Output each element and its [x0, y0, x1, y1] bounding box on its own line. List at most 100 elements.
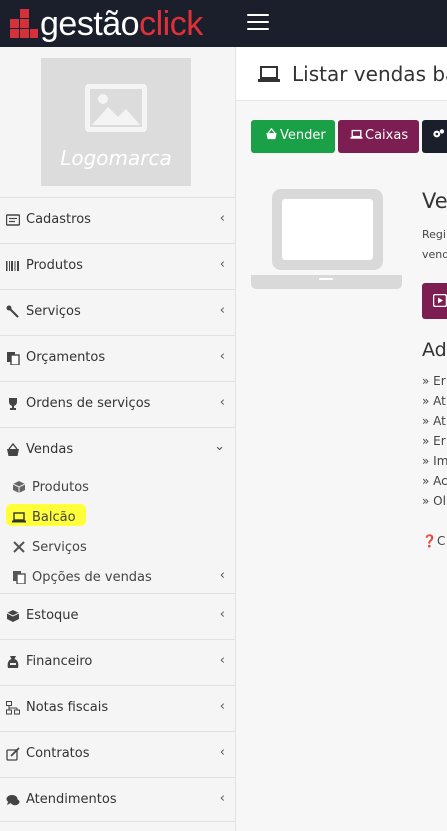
- sidebar-item-atendimentos[interactable]: Atendimentos ‹: [0, 777, 235, 822]
- feature-bullet: » Ol: [422, 494, 446, 508]
- basket-icon: [7, 443, 19, 456]
- barcode-icon: [6, 261, 19, 271]
- sidebar-subitem-balcao[interactable]: Balcão: [0, 502, 235, 532]
- cube-icon: [6, 610, 20, 622]
- sidebar-subitem-servicos[interactable]: Serviços: [0, 532, 235, 562]
- sidebar-item-label: Produtos: [26, 258, 83, 273]
- additional-title: Adi: [422, 339, 447, 361]
- info-text-line: vend: [422, 248, 447, 261]
- double-chevron-icon: »: [422, 374, 434, 388]
- copy-icon: [7, 352, 20, 365]
- double-chevron-icon: »: [422, 494, 434, 508]
- video-play-icon: [433, 294, 447, 307]
- sidebar-item-label: Financeiro: [26, 654, 93, 669]
- sitemap-icon: [6, 701, 20, 715]
- chevron-left-icon: ‹: [219, 568, 225, 583]
- brand-mark-icon: [10, 9, 38, 39]
- sidebar-item-label: Orçamentos: [26, 350, 106, 365]
- id-card-icon: [6, 214, 20, 226]
- double-chevron-icon: »: [422, 474, 434, 488]
- trophy-icon: [9, 398, 17, 410]
- laptop-illustration-icon: [251, 189, 402, 289]
- chevron-left-icon: ‹: [219, 395, 225, 410]
- chevron-left-icon: ‹: [219, 303, 225, 318]
- caixas-button[interactable]: Caixas: [338, 120, 419, 153]
- sidebar-item-cadastros[interactable]: Cadastros ‹: [0, 197, 235, 242]
- question-circle-icon: ❓: [422, 534, 437, 548]
- sidebar-item-orcamentos[interactable]: Orçamentos ‹: [0, 335, 235, 380]
- brand-name: gestãoclick: [40, 5, 203, 43]
- wrench-icon: [6, 305, 19, 318]
- sidebar-item-label: Ordens de serviços: [26, 396, 151, 411]
- sidebar-item-label: Atendimentos: [26, 792, 117, 807]
- chevron-left-icon: ‹: [219, 349, 225, 364]
- info-text-line: Regi: [422, 228, 446, 241]
- laptop-icon: [12, 512, 26, 523]
- company-logo-placeholder: Logomarca: [41, 58, 191, 186]
- image-placeholder-icon: [85, 84, 147, 132]
- sidebar: Logomarca Cadastros ‹ Produtos ‹ Serviço…: [0, 47, 236, 831]
- sidebar-item-produtos[interactable]: Produtos ‹: [0, 243, 235, 288]
- chevron-down-icon: ⌄: [214, 439, 225, 454]
- sidebar-subitem-label: Produtos: [32, 480, 89, 495]
- double-chevron-icon: »: [422, 414, 434, 428]
- company-logo-label: Logomarca: [60, 146, 172, 170]
- tools-icon: [13, 541, 25, 553]
- sidebar-item-contratos[interactable]: Contratos ‹: [0, 731, 235, 776]
- comments-icon: [6, 795, 20, 806]
- sidebar-subitem-opcoes-de-vendas[interactable]: Opções de vendas ‹: [0, 562, 235, 592]
- feature-bullet: » Ac: [422, 474, 447, 488]
- sidebar-item-estoque[interactable]: Estoque ‹: [0, 593, 235, 638]
- video-button[interactable]: [422, 283, 447, 319]
- chevron-left-icon: ‹: [219, 745, 225, 760]
- sidebar-subitem-label: Serviços: [32, 540, 87, 555]
- caixas-button-label: Caixas: [365, 128, 409, 143]
- edit-icon: [6, 747, 20, 761]
- sidebar-item-vendas[interactable]: Vendas ⌄: [0, 427, 235, 472]
- sidebar-subitem-produtos[interactable]: Produtos: [0, 472, 235, 502]
- cube-icon: [12, 481, 26, 493]
- feature-bullet: » At: [422, 414, 446, 428]
- chevron-left-icon: ‹: [219, 653, 225, 668]
- sidebar-item-label: Notas fiscais: [26, 700, 109, 715]
- feature-bullet: » Im: [422, 454, 447, 468]
- sidebar-item-label: Vendas: [26, 442, 74, 457]
- vender-button-label: Vender: [280, 128, 326, 143]
- copy-icon: [13, 571, 26, 584]
- chevron-left-icon: ‹: [219, 607, 225, 622]
- vender-button[interactable]: Vender: [251, 120, 335, 153]
- chevron-left-icon: ‹: [219, 211, 225, 226]
- chevron-left-icon: ‹: [219, 257, 225, 272]
- sidebar-item-financeiro[interactable]: Financeiro ‹: [0, 639, 235, 684]
- chevron-left-icon: ‹: [219, 699, 225, 714]
- sidebar-item-notas-fiscais[interactable]: Notas fiscais ‹: [0, 685, 235, 730]
- main-content: Listar vendas ba Vender Caixas Ve Regi v…: [236, 47, 447, 831]
- brand-logo[interactable]: gestãoclick: [10, 6, 203, 42]
- sidebar-item-label: Cadastros: [26, 212, 91, 227]
- page-header: Listar vendas ba: [236, 47, 447, 101]
- settings-button[interactable]: [422, 120, 447, 153]
- laptop-icon: [258, 66, 280, 82]
- chevron-left-icon: ‹: [219, 791, 225, 806]
- money-bag-icon: [7, 656, 19, 668]
- sidebar-subitem-label: Balcão: [32, 510, 76, 525]
- feature-bullet: » Er: [422, 434, 446, 448]
- sidebar-item-servicos[interactable]: Serviços ‹: [0, 289, 235, 334]
- gears-icon: [433, 129, 445, 138]
- page-title: Listar vendas ba: [292, 62, 447, 86]
- double-chevron-icon: »: [422, 434, 434, 448]
- sidebar-subitem-label: Opções de vendas: [32, 570, 152, 585]
- double-chevron-icon: »: [422, 394, 434, 408]
- help-link[interactable]: ❓C: [422, 534, 445, 548]
- top-bar: gestãoclick: [0, 0, 447, 47]
- double-chevron-icon: »: [422, 454, 434, 468]
- sidebar-item-label: Serviços: [26, 304, 81, 319]
- menu-toggle-icon[interactable]: [247, 14, 269, 32]
- feature-bullet: » Er: [422, 374, 446, 388]
- feature-bullet: » At: [422, 394, 446, 408]
- sidebar-item-label: Estoque: [26, 608, 79, 623]
- info-title: Ve: [422, 189, 447, 213]
- sidebar-item-ordens-de-servicos[interactable]: Ordens de serviços ‹: [0, 381, 235, 426]
- basket-icon: [266, 128, 277, 140]
- sidebar-item-label: Contratos: [26, 746, 90, 761]
